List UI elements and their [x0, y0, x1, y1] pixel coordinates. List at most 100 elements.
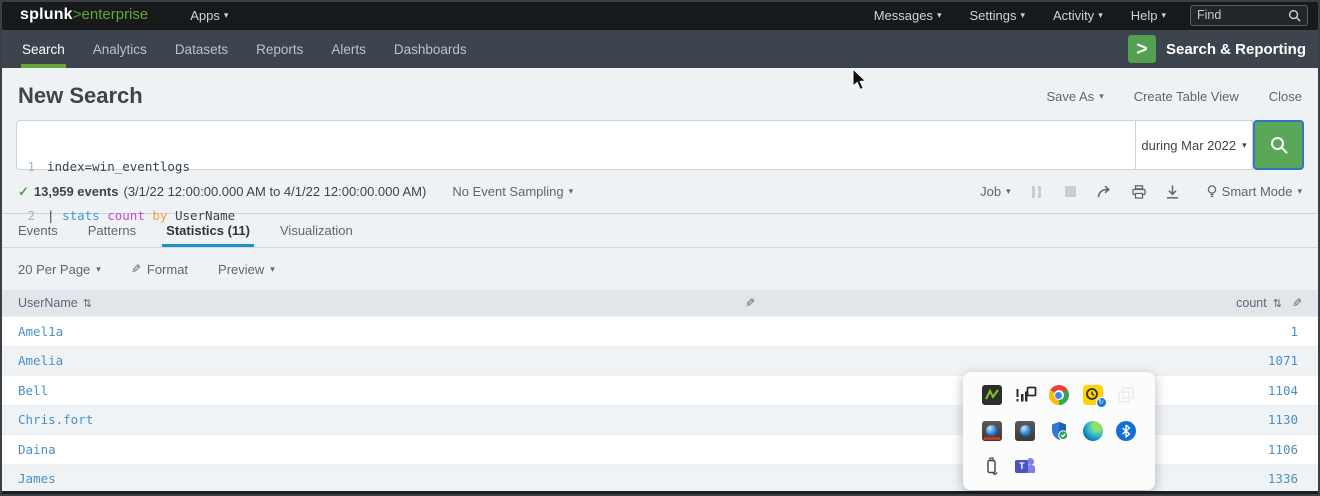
- table-row: Amel1a 1: [0, 316, 1320, 346]
- tab-statistics[interactable]: Statistics (11): [166, 214, 250, 247]
- print-button[interactable]: [1131, 184, 1147, 200]
- tab-patterns[interactable]: Patterns: [88, 214, 136, 247]
- time-range-picker[interactable]: during Mar 2022▾: [1135, 120, 1253, 170]
- splunk-logo[interactable]: splunk>enterprise: [20, 6, 148, 24]
- system-tray-overflow-panel: ↻ T: [963, 372, 1155, 490]
- pencil-icon[interactable]: ✎: [745, 296, 755, 310]
- usb-drive-glyph: [982, 457, 1002, 477]
- edge-icon[interactable]: [1083, 421, 1103, 441]
- splunk-product-text: enterprise: [82, 6, 149, 23]
- bluetooth-rune: [1120, 424, 1132, 438]
- format-button[interactable]: ✎ Format: [131, 262, 188, 277]
- event-count: 13,959 events: [34, 184, 119, 199]
- cell-username[interactable]: Bell: [18, 383, 48, 398]
- greenshot-capture-icon[interactable]: [982, 385, 1002, 405]
- nav-tab-datasets[interactable]: Datasets: [161, 30, 242, 68]
- nav-tab-dashboards[interactable]: Dashboards: [380, 30, 481, 68]
- check-icon: ✓: [18, 184, 29, 200]
- search-mode-menu[interactable]: Smart Mode▾: [1207, 184, 1302, 199]
- green-zigzag-glyph: [982, 385, 1002, 405]
- hardware-monitor-icon-1[interactable]: [982, 421, 1002, 441]
- nav-tab-alerts[interactable]: Alerts: [317, 30, 380, 68]
- cell-username[interactable]: Daina: [18, 442, 56, 457]
- nav-tab-search[interactable]: Search: [8, 30, 79, 68]
- pencil-icon: ✎: [131, 262, 141, 276]
- cell-count[interactable]: 1106: [1268, 442, 1298, 457]
- top-system-bar: splunk>enterprise Apps ▾ Messages▾ Setti…: [0, 0, 1320, 30]
- caret-down-icon: ▾: [270, 264, 275, 275]
- sphere-glyph: [986, 425, 997, 436]
- export-button[interactable]: [1165, 184, 1181, 200]
- cell-count[interactable]: 1130: [1268, 412, 1298, 427]
- caret-down-icon: ▾: [224, 10, 229, 21]
- activity-menu[interactable]: Activity▾: [1039, 8, 1117, 23]
- tab-events[interactable]: Events: [18, 214, 58, 247]
- save-as-button[interactable]: Save As▾: [1046, 89, 1103, 104]
- job-menu[interactable]: Job▾: [980, 184, 1011, 199]
- table-row: Amelia 1071: [0, 346, 1320, 376]
- taskbar-edge: [0, 491, 1320, 496]
- cell-username[interactable]: James: [18, 471, 56, 486]
- column-header-username[interactable]: UserName: [18, 296, 78, 310]
- windows-security-icon[interactable]: [1049, 421, 1069, 441]
- settings-menu[interactable]: Settings▾: [956, 8, 1040, 23]
- cell-count[interactable]: 1: [1290, 324, 1298, 339]
- print-icon: [1132, 185, 1146, 199]
- tab-visualization[interactable]: Visualization: [280, 214, 353, 247]
- bluetooth-icon[interactable]: [1116, 421, 1136, 441]
- caret-down-icon: ▾: [96, 264, 101, 275]
- download-icon: [1166, 185, 1179, 199]
- caret-down-icon: ▾: [1161, 10, 1166, 21]
- cell-username[interactable]: Amel1a: [18, 324, 63, 339]
- pause-job-button[interactable]: [1029, 184, 1045, 200]
- sort-icon[interactable]: ⇅: [1273, 297, 1282, 310]
- messages-menu[interactable]: Messages▾: [860, 8, 956, 23]
- help-menu[interactable]: Help▾: [1117, 8, 1180, 23]
- caret-down-icon: ▾: [1020, 10, 1025, 21]
- lightbulb-icon: [1207, 185, 1217, 199]
- cell-count[interactable]: 1104: [1268, 383, 1298, 398]
- create-table-view-button[interactable]: Create Table View: [1134, 89, 1239, 104]
- caret-down-icon: ▾: [1099, 91, 1104, 102]
- nav-tab-reports[interactable]: Reports: [242, 30, 317, 68]
- teams-icon[interactable]: T: [1015, 457, 1035, 477]
- chrome-icon[interactable]: [1049, 385, 1069, 405]
- per-page-menu[interactable]: 20 Per Page▾: [18, 262, 101, 277]
- caret-down-icon: ▾: [569, 186, 574, 197]
- cell-count[interactable]: 1071: [1268, 353, 1298, 368]
- caret-down-icon: ▾: [1297, 186, 1302, 197]
- cell-username[interactable]: Amelia: [18, 353, 63, 368]
- window-stack-icon[interactable]: [1116, 385, 1136, 405]
- caret-down-icon: ▾: [1006, 186, 1011, 197]
- task-scheduler-icon[interactable]: ↻: [1083, 385, 1103, 405]
- column-header-count[interactable]: count: [1236, 296, 1267, 310]
- app-identity[interactable]: > Search & Reporting: [1128, 30, 1320, 68]
- pause-icon: [1032, 186, 1042, 198]
- performance-meter-icon[interactable]: [1015, 385, 1035, 405]
- cell-username[interactable]: Chris.fort: [18, 412, 93, 427]
- splunk-brand-text: splunk: [20, 6, 73, 24]
- share-job-button[interactable]: [1097, 184, 1113, 200]
- teams-t-glyph: T: [1015, 460, 1028, 473]
- event-sampling-menu[interactable]: No Event Sampling▾: [452, 184, 573, 199]
- caret-down-icon: ▾: [1098, 10, 1103, 21]
- search-icon: [1269, 135, 1289, 155]
- sort-icon[interactable]: ⇅: [83, 297, 92, 310]
- query-text: index=win_eventlogs: [47, 157, 190, 176]
- hardware-monitor-icon-2[interactable]: [1015, 421, 1035, 441]
- close-button[interactable]: Close: [1269, 89, 1302, 104]
- stop-job-button[interactable]: [1063, 184, 1079, 200]
- pencil-icon[interactable]: ✎: [1292, 296, 1302, 310]
- cell-count[interactable]: 1336: [1268, 471, 1298, 486]
- apps-menu[interactable]: Apps ▾: [176, 0, 242, 30]
- search-submit-button[interactable]: [1253, 120, 1304, 170]
- find-input[interactable]: [1197, 8, 1288, 22]
- nav-tab-analytics[interactable]: Analytics: [79, 30, 161, 68]
- event-time-span: (3/1/22 12:00:00.000 AM to 4/1/22 12:00:…: [123, 184, 426, 199]
- preview-menu[interactable]: Preview▾: [218, 262, 275, 277]
- find-searchbox[interactable]: [1190, 5, 1308, 26]
- sync-badge: ↻: [1096, 397, 1107, 408]
- usb-eject-icon[interactable]: [982, 457, 1002, 477]
- search-reporting-app-icon: >: [1128, 35, 1156, 63]
- spl-query-editor[interactable]: 1index=win_eventlogs 2| stats count by U…: [16, 120, 1135, 170]
